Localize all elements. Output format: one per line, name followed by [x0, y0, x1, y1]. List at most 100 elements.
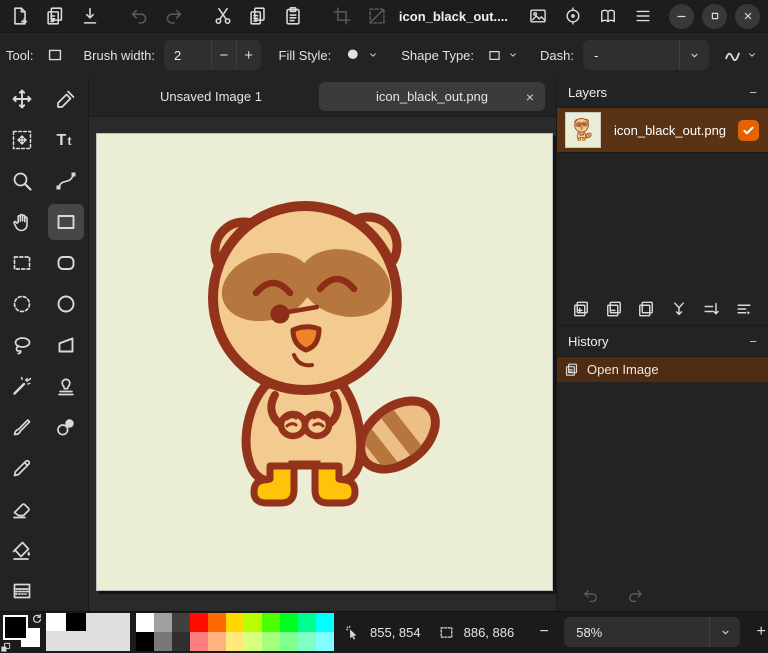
- zoom-tool[interactable]: [4, 163, 40, 199]
- move-selection-tool[interactable]: [4, 122, 40, 158]
- palette-swatch[interactable]: [190, 613, 208, 632]
- palette-swatch[interactable]: [316, 613, 334, 632]
- rounded-rectangle-tool[interactable]: [48, 245, 84, 281]
- main-menu-button[interactable]: [631, 4, 655, 28]
- swap-colors-icon[interactable]: [30, 612, 44, 626]
- add-layer-button[interactable]: [569, 297, 593, 321]
- deselect-icon: [366, 5, 388, 27]
- palette-swatch[interactable]: [280, 613, 298, 632]
- palette-swatch[interactable]: [154, 632, 172, 651]
- palette-swatch[interactable]: [280, 632, 298, 651]
- palette-swatch[interactable]: [226, 613, 244, 632]
- tab-unsaved-image[interactable]: Unsaved Image 1: [125, 82, 297, 111]
- palette-swatch[interactable]: [226, 632, 244, 651]
- ellipse-tool[interactable]: [48, 286, 84, 322]
- adjustments-menu-button[interactable]: [561, 4, 585, 28]
- paintbrush-tool[interactable]: [4, 409, 40, 445]
- palette-swatch[interactable]: [262, 632, 280, 651]
- tab-icon-black-out[interactable]: icon_black_out.png ×: [319, 82, 545, 111]
- rectangle-select-tool[interactable]: [4, 245, 40, 281]
- add-ins-menu-button[interactable]: [596, 4, 620, 28]
- brush-width-decrease-button[interactable]: −: [211, 40, 236, 70]
- text-tool[interactable]: [48, 122, 84, 158]
- eraser-tool[interactable]: [4, 491, 40, 527]
- palette-swatch[interactable]: [172, 632, 190, 651]
- palette-swatch[interactable]: [190, 632, 208, 651]
- palette-swatch[interactable]: [154, 613, 172, 632]
- shape-type-dropdown[interactable]: [483, 45, 523, 66]
- clone-stamp-tool[interactable]: [48, 368, 84, 404]
- palette-swatch[interactable]: [298, 632, 316, 651]
- brush-width-stepper: 2 − +: [164, 40, 261, 70]
- close-button[interactable]: [735, 3, 760, 29]
- palette-swatch[interactable]: [136, 613, 154, 632]
- minimize-button[interactable]: [669, 3, 694, 29]
- color-picker-tool[interactable]: [48, 81, 84, 117]
- fill-style-dropdown[interactable]: [340, 43, 383, 67]
- zoom-tool-icon: [10, 169, 34, 193]
- duplicate-layer-icon: [636, 299, 656, 319]
- deselect-button: [365, 4, 389, 28]
- current-tool-button[interactable]: [42, 41, 67, 69]
- primary-color-swatch[interactable]: [3, 615, 28, 640]
- paint-bucket-tool[interactable]: [4, 532, 40, 568]
- recolor-tool[interactable]: [48, 409, 84, 445]
- paste-button[interactable]: [281, 4, 305, 28]
- recent-color-swatch[interactable]: [46, 613, 66, 631]
- ellipse-tool-icon: [54, 292, 78, 316]
- canvas[interactable]: [96, 133, 553, 591]
- ellipse-select-tool[interactable]: [4, 286, 40, 322]
- gradient-tool[interactable]: [4, 573, 40, 609]
- zoom-level-combobox[interactable]: 58%: [564, 617, 741, 647]
- cut-button[interactable]: [211, 4, 235, 28]
- pencil-tool[interactable]: [4, 450, 40, 486]
- palette-swatch[interactable]: [244, 632, 262, 651]
- layer-properties-button[interactable]: [732, 297, 756, 321]
- brush-width-value[interactable]: 2: [164, 48, 211, 63]
- palette-swatch[interactable]: [244, 613, 262, 632]
- antialiasing-dropdown[interactable]: [720, 44, 762, 67]
- recent-color-swatch[interactable]: [66, 613, 86, 631]
- tab-close-button[interactable]: ×: [526, 89, 534, 105]
- delete-layer-button[interactable]: [602, 297, 626, 321]
- open-image-button[interactable]: [43, 4, 67, 28]
- palette-swatch[interactable]: [208, 613, 226, 632]
- palette-swatch[interactable]: [262, 613, 280, 632]
- zoom-chevron[interactable]: [709, 617, 740, 647]
- merge-layer-down-button[interactable]: [667, 297, 691, 321]
- palette-swatch[interactable]: [298, 613, 316, 632]
- color-selector: [0, 612, 46, 652]
- image-menu-button[interactable]: [526, 4, 550, 28]
- maximize-button[interactable]: [702, 3, 727, 29]
- history-collapse-button[interactable]: −: [749, 334, 757, 349]
- pan-tool[interactable]: [4, 204, 40, 240]
- palette-swatch[interactable]: [316, 632, 334, 651]
- freeform-shape-tool[interactable]: [48, 327, 84, 363]
- copy-button[interactable]: [246, 4, 270, 28]
- duplicate-layer-button[interactable]: [634, 297, 658, 321]
- layer-visible-checkbox[interactable]: [738, 119, 759, 141]
- move-layer-button[interactable]: [699, 297, 723, 321]
- palette-swatch[interactable]: [172, 613, 190, 632]
- dash-chevron[interactable]: [678, 40, 709, 70]
- zoom-in-button[interactable]: +: [749, 620, 768, 644]
- brush-width-increase-button[interactable]: +: [235, 40, 261, 70]
- palette-swatch[interactable]: [136, 632, 154, 651]
- rectangle-tool[interactable]: [48, 203, 84, 240]
- new-image-button[interactable]: [8, 4, 32, 28]
- dash-pattern-combobox[interactable]: -: [583, 40, 709, 70]
- chevron-down-icon: [745, 48, 759, 62]
- minimize-icon: [674, 9, 689, 24]
- palette-swatch[interactable]: [208, 632, 226, 651]
- history-item-open-image[interactable]: Open Image: [557, 357, 768, 382]
- layers-collapse-button[interactable]: −: [749, 85, 757, 100]
- save-button[interactable]: [78, 4, 102, 28]
- zoom-out-button[interactable]: −: [532, 620, 556, 644]
- layer-row[interactable]: icon_black_out.png: [557, 108, 768, 153]
- reset-colors-icon[interactable]: [0, 642, 11, 653]
- pan-tool-icon: [10, 210, 34, 234]
- move-selected-tool[interactable]: [4, 81, 40, 117]
- magic-wand-tool[interactable]: [4, 368, 40, 404]
- lasso-select-tool[interactable]: [4, 327, 40, 363]
- line-curve-tool[interactable]: [48, 163, 84, 199]
